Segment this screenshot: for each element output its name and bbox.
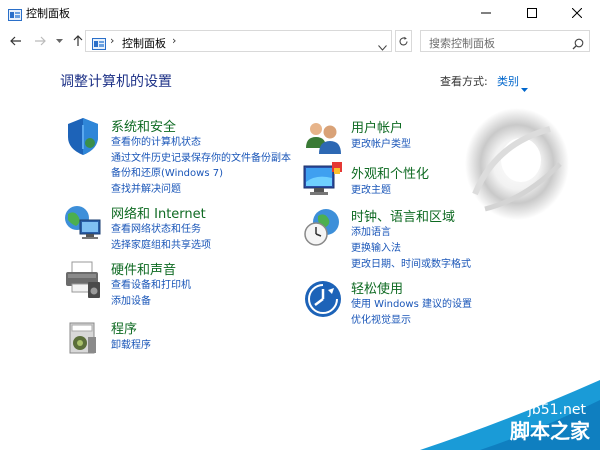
link-change-theme[interactable]: 更改主题 xyxy=(351,181,391,196)
chevron-down-icon[interactable] xyxy=(378,36,387,55)
link-add-language[interactable]: 添加语言 xyxy=(351,223,391,238)
clock-globe-icon[interactable] xyxy=(302,206,344,248)
link-recommended-settings[interactable]: 使用 Windows 建议的设置 xyxy=(351,295,472,310)
minimize-button[interactable] xyxy=(463,0,509,25)
chevron-right-icon[interactable]: › xyxy=(110,34,114,47)
shield-icon[interactable] xyxy=(62,115,104,157)
chevron-right-icon[interactable]: › xyxy=(172,34,176,47)
link-uninstall-program[interactable]: 卸载程序 xyxy=(111,336,151,351)
navigation-bar: › 控制面板 › 搜索控制面板 xyxy=(0,25,600,58)
link-network-status[interactable]: 查看网络状态和任务 xyxy=(111,220,201,235)
watermark-swirl xyxy=(455,104,570,224)
search-input[interactable]: 搜索控制面板 xyxy=(429,35,495,51)
accessibility-icon[interactable] xyxy=(302,278,344,320)
close-button[interactable] xyxy=(554,0,600,25)
category-user-accounts[interactable]: 用户帐户 xyxy=(351,117,403,136)
link-file-history-backup[interactable]: 通过文件历史记录保存你的文件备份副本 xyxy=(111,149,291,164)
control-panel-icon xyxy=(8,6,22,21)
monitor-icon[interactable] xyxy=(302,160,344,202)
programs-icon[interactable] xyxy=(62,317,104,359)
link-troubleshoot[interactable]: 查找并解决问题 xyxy=(111,180,181,195)
up-button[interactable] xyxy=(70,33,86,49)
window-title: 控制面板 xyxy=(26,7,70,20)
breadcrumb-control-panel[interactable]: 控制面板 xyxy=(122,35,166,51)
link-view-computer-status[interactable]: 查看你的计算机状态 xyxy=(111,133,201,148)
link-change-date-time-format[interactable]: 更改日期、时间或数字格式 xyxy=(351,255,471,270)
maximize-button[interactable] xyxy=(509,0,555,25)
title-bar: 控制面板 xyxy=(0,0,600,25)
network-globe-icon[interactable] xyxy=(62,202,104,244)
chevron-down-icon[interactable] xyxy=(521,77,528,96)
watermark-name: 脚本之家 xyxy=(510,419,590,443)
category-appearance[interactable]: 外观和个性化 xyxy=(351,163,429,182)
link-optimize-visual-display[interactable]: 优化视觉显示 xyxy=(351,311,411,326)
users-icon[interactable] xyxy=(302,116,344,158)
back-button[interactable] xyxy=(8,33,24,49)
refresh-button[interactable] xyxy=(395,30,412,52)
link-change-account-type[interactable]: 更改帐户类型 xyxy=(351,135,411,150)
category-programs[interactable]: 程序 xyxy=(111,318,137,337)
link-change-input-method[interactable]: 更换输入法 xyxy=(351,239,401,254)
search-box[interactable]: 搜索控制面板 xyxy=(420,30,590,52)
view-by-label: 查看方式: xyxy=(440,75,488,88)
link-devices-printers[interactable]: 查看设备和打印机 xyxy=(111,276,191,291)
recent-locations-button[interactable] xyxy=(54,33,64,49)
page-title: 调整计算机的设置 xyxy=(60,74,172,90)
link-homegroup-sharing[interactable]: 选择家庭组和共享选项 xyxy=(111,236,211,251)
control-panel-icon xyxy=(92,35,106,50)
link-add-device[interactable]: 添加设备 xyxy=(111,292,151,307)
forward-button[interactable] xyxy=(32,33,48,49)
address-bar[interactable]: › 控制面板 › xyxy=(85,30,392,52)
view-by-dropdown[interactable]: 类别 xyxy=(497,73,519,89)
search-icon[interactable] xyxy=(572,35,584,54)
printer-icon[interactable] xyxy=(62,258,104,300)
link-backup-restore[interactable]: 备份和还原(Windows 7) xyxy=(111,164,223,179)
